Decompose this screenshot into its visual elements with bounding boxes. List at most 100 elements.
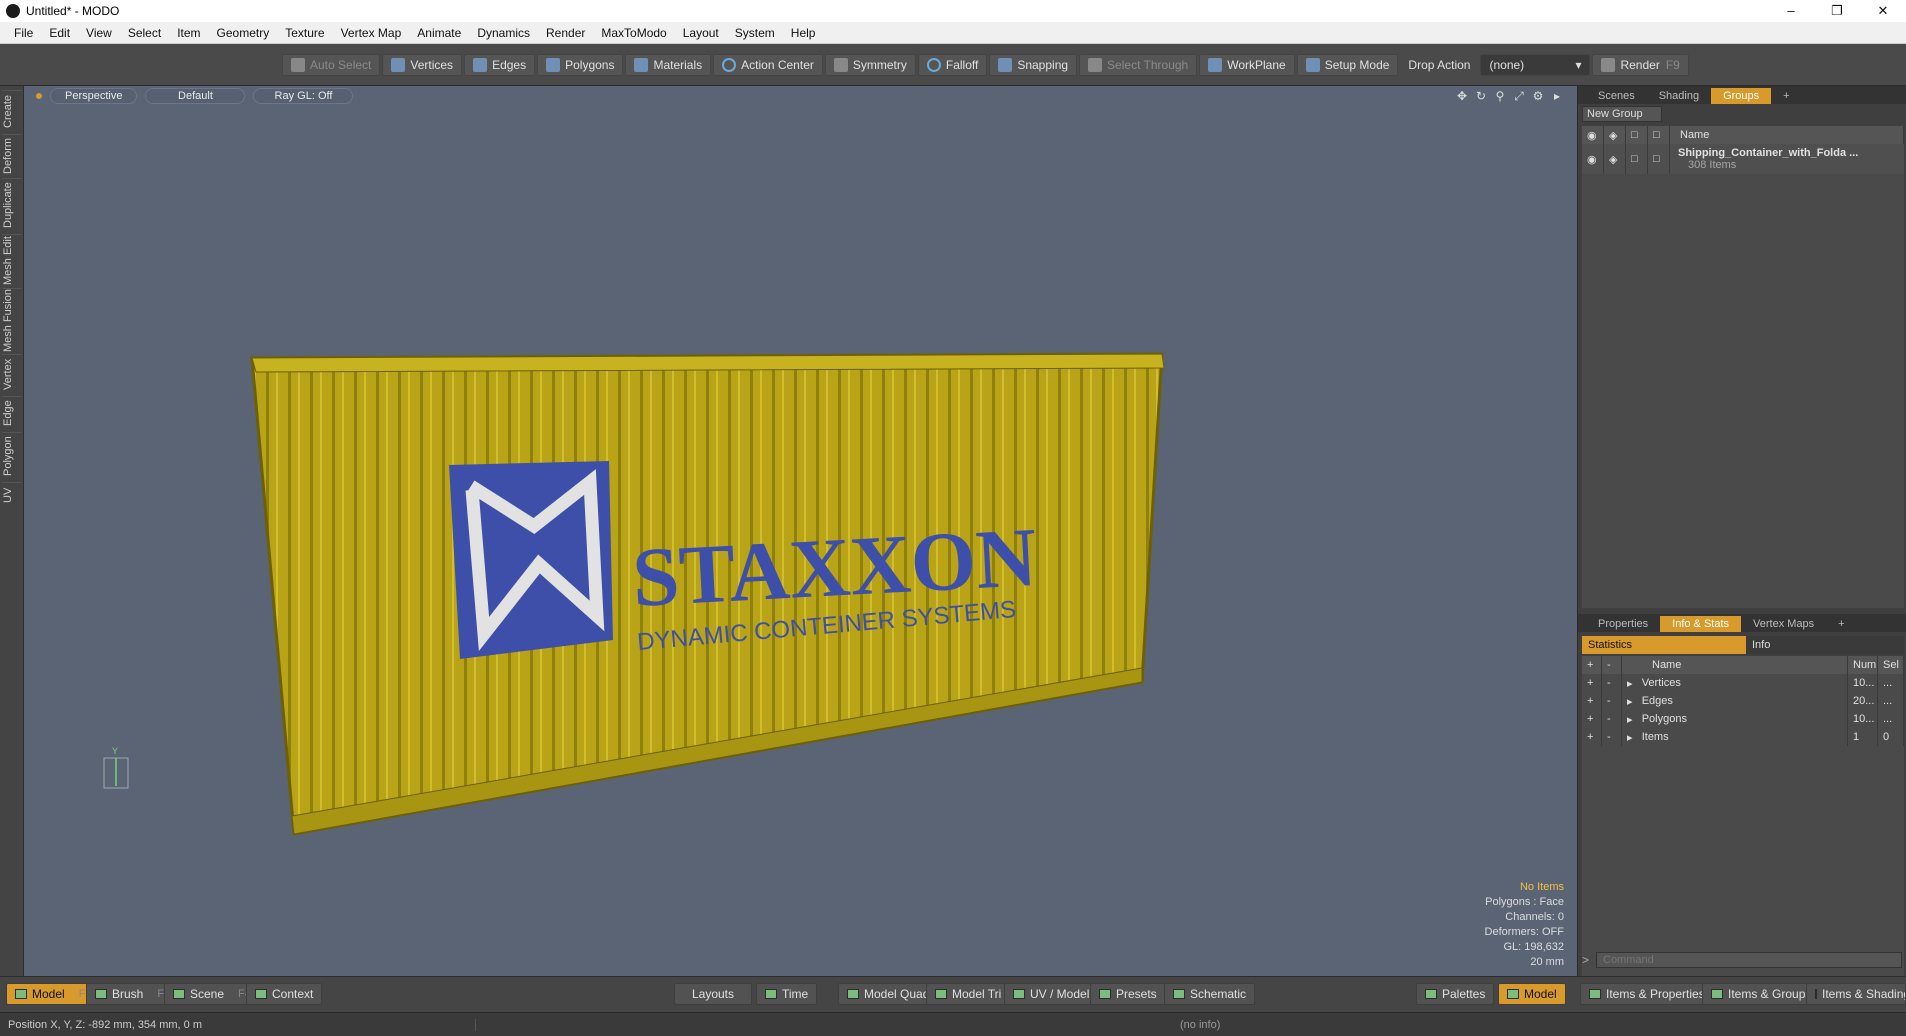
menu-vertex-map[interactable]: Vertex Map (333, 26, 410, 40)
menu-render[interactable]: Render (538, 26, 593, 40)
expand-arrow-icon[interactable]: ▸ (1627, 677, 1633, 690)
action-center-button[interactable]: Action Center (713, 53, 823, 76)
layouts-button[interactable]: Layouts (674, 983, 752, 1005)
menu-edit[interactable]: Edit (41, 26, 78, 40)
context-tab-button[interactable]: Context (246, 983, 323, 1005)
collapse-all-icon[interactable]: - (1602, 656, 1622, 674)
model-quad-button[interactable]: Model Quad (838, 983, 939, 1005)
table-row[interactable]: + - ▸ Items 1 0 (1582, 728, 1904, 746)
vertices-button[interactable]: Vertices (382, 53, 463, 76)
lock-toggle-icon[interactable]: ◈ (1604, 144, 1626, 174)
edges-button[interactable]: Edges (464, 53, 536, 76)
menu-help[interactable]: Help (783, 26, 824, 40)
tab-deform[interactable]: Deform (2, 134, 22, 176)
minus-icon[interactable]: - (1602, 692, 1622, 710)
visibility-toggle-icon[interactable]: ◉ (1582, 144, 1604, 174)
group-row[interactable]: ◉ ◈ □ □ Shipping_Container_with_Folda ..… (1582, 144, 1904, 174)
close-icon[interactable]: ✕ (1860, 3, 1906, 19)
tab-info[interactable]: Info (1746, 636, 1904, 654)
expand-arrow-icon[interactable]: ▸ (1627, 731, 1633, 744)
uv-model-button[interactable]: UV / Model (1004, 983, 1099, 1005)
tab-shading[interactable]: Shading (1647, 88, 1711, 104)
tab-create[interactable]: Create (2, 90, 22, 132)
items-shading-button[interactable]: Items & Shading (1806, 983, 1906, 1005)
plus-icon[interactable]: + (1582, 710, 1602, 728)
name-column-header: Name (1670, 126, 1904, 144)
menu-layout[interactable]: Layout (675, 26, 727, 40)
auto-select-button[interactable]: Auto Select (282, 53, 381, 76)
tab-statistics[interactable]: Statistics (1582, 636, 1746, 654)
tab-uv[interactable]: UV (2, 482, 22, 508)
setup-mode-button[interactable]: Setup Mode (1296, 53, 1399, 76)
menu-item[interactable]: Item (169, 26, 208, 40)
window-title: Untitled* - MODO (26, 4, 120, 18)
tab-scenes[interactable]: Scenes (1586, 88, 1647, 104)
expand-arrow-icon[interactable]: ▸ (1627, 695, 1633, 708)
table-row[interactable]: + - ▸ Polygons 10... ... (1582, 710, 1904, 728)
tab-mesh-edit[interactable]: Mesh Edit (2, 234, 22, 286)
container-model[interactable]: STAXXON DYNAMIC CONTEINER SYSTEMS Y (24, 86, 1577, 976)
info-polygons: Polygons : Face (1485, 896, 1564, 908)
model-layout-button[interactable]: Model (1498, 983, 1566, 1005)
drop-action-select[interactable]: (none) ▾ (1480, 53, 1591, 76)
menu-file[interactable]: File (6, 26, 41, 40)
snapping-button[interactable]: Snapping (989, 53, 1078, 76)
new-group-button[interactable]: New Group (1582, 106, 1662, 122)
menu-texture[interactable]: Texture (277, 26, 332, 40)
minimize-icon[interactable]: – (1768, 3, 1814, 19)
select-icon[interactable]: □ (1626, 126, 1648, 144)
select-toggle-icon[interactable]: □ (1626, 144, 1648, 174)
render-toggle-icon[interactable]: □ (1648, 144, 1670, 174)
render-button[interactable]: Render F9 (1592, 53, 1689, 76)
presets-button[interactable]: Presets (1090, 983, 1166, 1005)
symmetry-button[interactable]: Symmetry (824, 53, 916, 76)
plus-icon[interactable]: + (1582, 674, 1602, 692)
tab-mesh-fusion[interactable]: Mesh Fusion (2, 288, 22, 352)
add-tab-icon[interactable]: + (1771, 88, 1801, 104)
plus-icon[interactable]: + (1582, 728, 1602, 746)
table-row[interactable]: + - ▸ Vertices 10... ... (1582, 674, 1904, 692)
polygons-button[interactable]: Polygons (537, 53, 624, 76)
plus-icon[interactable]: + (1582, 692, 1602, 710)
menu-animate[interactable]: Animate (409, 26, 469, 40)
table-row[interactable]: + - ▸ Edges 20... ... (1582, 692, 1904, 710)
items-groups-button[interactable]: Items & Groups (1702, 983, 1821, 1005)
restore-icon[interactable]: ❐ (1814, 3, 1860, 19)
menu-select[interactable]: Select (120, 26, 169, 40)
tab-groups[interactable]: Groups (1711, 88, 1772, 104)
expand-all-icon[interactable]: + (1582, 656, 1602, 674)
items-properties-button[interactable]: Items & Properties (1580, 983, 1714, 1005)
command-input[interactable] (1596, 952, 1902, 968)
expand-arrow-icon[interactable]: ▸ (1627, 713, 1633, 726)
falloff-button[interactable]: Falloff (917, 53, 988, 76)
minus-icon[interactable]: - (1602, 710, 1622, 728)
tab-info-stats[interactable]: Info & Stats (1660, 616, 1742, 632)
select-through-button[interactable]: Select Through (1079, 53, 1198, 76)
menu-system[interactable]: System (727, 26, 783, 40)
materials-button[interactable]: Materials (625, 53, 712, 76)
tab-vertex[interactable]: Vertex (2, 354, 22, 394)
lock-icon[interactable]: ◈ (1604, 126, 1626, 144)
tab-duplicate[interactable]: Duplicate (2, 178, 22, 232)
palettes-button[interactable]: Palettes (1416, 983, 1495, 1005)
eye-icon[interactable]: ◉ (1582, 126, 1604, 144)
workplane-button[interactable]: WorkPlane (1199, 53, 1295, 76)
minus-icon[interactable]: - (1602, 674, 1622, 692)
tab-properties[interactable]: Properties (1586, 616, 1660, 632)
tab-polygon[interactable]: Polygon (2, 432, 22, 480)
menu-dynamics[interactable]: Dynamics (469, 26, 538, 40)
time-button[interactable]: Time (756, 983, 818, 1005)
schematic-button[interactable]: Schematic (1164, 983, 1256, 1005)
minus-icon[interactable]: - (1602, 728, 1622, 746)
menu-geometry[interactable]: Geometry (209, 26, 278, 40)
add-tab-icon[interactable]: + (1826, 616, 1856, 632)
render-toggle-icon[interactable]: □ (1648, 126, 1670, 144)
group-count: 308 Items (1688, 159, 1737, 171)
3d-viewport[interactable]: Perspective Default Ray GL: Off ✥ ↻ ⚲ ⤢ … (24, 86, 1577, 976)
menu-maxtomodo[interactable]: MaxToModo (593, 26, 674, 40)
presets-icon (1099, 989, 1111, 999)
menu-view[interactable]: View (78, 26, 120, 40)
tab-edge[interactable]: Edge (2, 396, 22, 430)
tab-vertex-maps[interactable]: Vertex Maps (1741, 616, 1826, 632)
model-tri-button[interactable]: Model Tri (926, 983, 1011, 1005)
